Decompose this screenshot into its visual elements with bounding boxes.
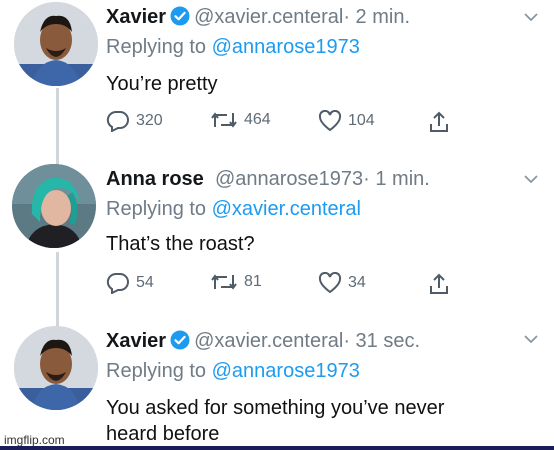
replying-label: Replying to [106,360,212,382]
reply-icon [106,110,129,132]
like-button[interactable]: 34 [318,272,366,294]
tweet[interactable]: Xavier @xavier.centeral· 2 min. Replying … [0,0,554,160]
replying-to: Replying to @annarose1973 [106,36,360,59]
like-icon [318,272,342,294]
author-name[interactable]: Xavier [106,330,166,352]
tweet-text: You’re pretty [106,73,218,95]
reply-button[interactable]: 54 [106,272,154,294]
bottom-bar [0,446,554,450]
retweet-button[interactable]: 81 [210,272,262,292]
retweet-icon [211,274,237,290]
tweet-actions: 320 464 104 [106,110,466,136]
like-count: 34 [348,274,366,291]
like-icon [318,110,342,132]
avatar[interactable] [14,326,98,410]
retweet-icon [211,112,237,128]
author-name[interactable]: Xavier [106,6,166,28]
chevron-down-icon[interactable] [524,334,538,344]
reply-icon [106,272,129,294]
replying-mention[interactable]: @annarose1973 [212,36,360,58]
tweet-time[interactable]: · 1 min. [363,168,430,190]
share-button[interactable] [428,110,450,134]
reply-count: 54 [136,274,154,291]
chevron-down-icon[interactable] [524,174,538,184]
watermark: imgflip.com [4,433,65,447]
replying-to: Replying to @annarose1973 [106,360,360,383]
author-handle[interactable]: @annarose1973 [215,168,363,190]
verified-badge-icon [170,6,190,32]
tweet-text-line: heard before [106,423,220,445]
share-icon [430,111,448,132]
tweet-time[interactable]: · 31 sec. [343,330,420,352]
avatar[interactable] [14,2,98,86]
tweet-text-line: You asked for something you’ve never [106,397,445,419]
author-handle[interactable]: @xavier.centeral [194,330,343,352]
replying-to: Replying to @xavier.centeral [106,198,361,221]
reply-button[interactable]: 320 [106,110,163,132]
tweet[interactable]: Xavier @xavier.centeral· 31 sec. Replying… [0,320,554,450]
tweet[interactable]: Anna rose @annarose1973· 1 min. Replying… [0,160,554,320]
replying-label: Replying to [106,36,212,58]
chevron-down-icon[interactable] [524,12,538,22]
share-icon [430,273,448,294]
retweet-count: 464 [244,111,271,128]
replying-label: Replying to [106,198,212,220]
tweet-actions: 54 81 34 [106,272,466,298]
verified-badge-icon [170,330,190,356]
replying-mention[interactable]: @xavier.centeral [212,198,361,220]
share-button[interactable] [428,272,450,296]
reply-count: 320 [136,112,163,129]
tweet-text: That’s the roast? [106,233,255,255]
replying-mention[interactable]: @annarose1973 [212,360,360,382]
like-count: 104 [348,112,375,129]
tweet-time[interactable]: · 2 min. [343,6,410,28]
avatar[interactable] [12,164,96,248]
author-name[interactable]: Anna rose [106,168,204,190]
retweet-count: 81 [244,273,262,290]
retweet-button[interactable]: 464 [210,110,271,130]
like-button[interactable]: 104 [318,110,375,132]
author-handle[interactable]: @xavier.centeral [194,6,343,28]
